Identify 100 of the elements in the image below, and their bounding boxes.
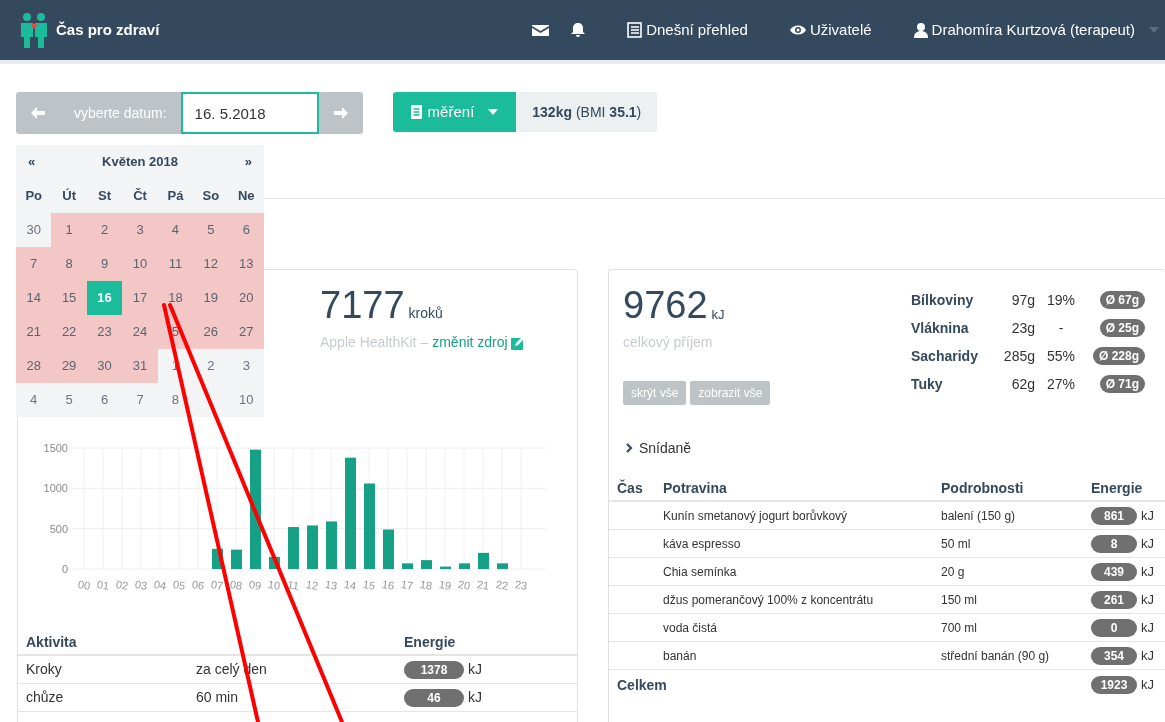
chart-bar [269, 556, 280, 569]
calendar-day[interactable]: 13 [228, 247, 264, 281]
total-label: Celkem [617, 675, 668, 695]
unit-label: kJ [1141, 646, 1154, 665]
y-tick-label: 1500 [43, 442, 68, 454]
energy-badge: 1378 [404, 660, 464, 679]
calendar-day[interactable]: 15 [51, 281, 87, 315]
energy-badge: 354 [1091, 646, 1137, 665]
calendar-day[interactable]: 4 [157, 213, 194, 247]
x-tick-label: 15 [362, 578, 377, 592]
calendar-day[interactable]: 26 [193, 315, 229, 349]
calendar-day[interactable]: 8 [51, 247, 87, 281]
x-tick-label: 09 [248, 578, 263, 592]
calendar-day[interactable]: 5 [51, 383, 87, 417]
energy-badge: 0 [1091, 618, 1137, 637]
calendar-day[interactable]: 7 [122, 383, 158, 417]
calendar-day[interactable]: 30 [86, 349, 123, 383]
chart-bar [307, 525, 318, 569]
list-icon [627, 22, 643, 38]
measurement-button[interactable]: měření [392, 92, 517, 132]
unit-label: kJ [1141, 506, 1154, 525]
calendar-day[interactable]: 5 [193, 213, 229, 247]
calendar-day[interactable]: 31 [122, 349, 158, 383]
bell-icon[interactable] [571, 22, 586, 38]
caret-icon [1149, 27, 1159, 33]
nav-link[interactable]: Dnešní přehled [627, 18, 748, 42]
calendar-day[interactable]: 12 [193, 247, 229, 281]
weekday-label: St [97, 187, 113, 206]
calendar-day[interactable]: 10 [228, 383, 264, 417]
calendar-day[interactable]: 17 [122, 281, 158, 315]
calendar-day[interactable]: 3 [228, 349, 264, 383]
change-source-link[interactable]: změnit zdroj [432, 332, 525, 353]
chart-bar [440, 566, 451, 569]
calendar-day[interactable]: 27 [228, 315, 264, 349]
weekday-label: Ne [236, 187, 256, 206]
x-tick-label: 18 [419, 578, 434, 592]
meal-toggle[interactable]: Snídaně [625, 438, 692, 458]
calendar-day[interactable]: 30 [16, 213, 52, 247]
nav-link[interactable]: Uživatelé [789, 18, 872, 42]
nutrient-amount: 285g [1002, 346, 1035, 366]
calendar-day[interactable]: 4 [16, 383, 52, 417]
average-badge: Ø 228g [1092, 347, 1145, 365]
chart-bar [288, 527, 299, 569]
arrow-left-icon [31, 107, 45, 119]
previous-month-button[interactable]: « [28, 152, 36, 172]
column-header: Energie [1091, 478, 1143, 498]
table-cell-text: 150 ml [941, 591, 979, 609]
calendar-day[interactable]: 14 [16, 281, 52, 315]
steps-count: 7177 [320, 286, 405, 324]
nutrient-name: Bílkoviny [911, 290, 975, 310]
calendar-day[interactable]: 2 [193, 349, 229, 383]
nutrient-share: - [1057, 318, 1065, 338]
calendar-day[interactable]: 23 [86, 315, 123, 349]
calendar-day[interactable]: 19 [193, 281, 229, 315]
chart-bar [383, 529, 394, 569]
nav-link[interactable]: Drahomíra Kurtzová (terapeut) [913, 18, 1135, 42]
x-tick-label: 08 [229, 578, 244, 592]
column-header: Čas [617, 478, 644, 498]
y-tick-label: 1000 [43, 482, 68, 495]
column-header: Podrobnosti [941, 478, 1025, 498]
calendar-day[interactable]: 8 [157, 383, 194, 417]
calendar-day[interactable]: 7 [16, 247, 52, 281]
edit-icon [510, 335, 525, 350]
calendar-day[interactable]: 24 [122, 315, 158, 349]
calendar-day[interactable]: 20 [228, 281, 264, 315]
nutrient-share: 27% [1046, 374, 1076, 394]
calendar-day[interactable]: 10 [122, 247, 158, 281]
app-title: Čas pro zdraví [56, 19, 160, 40]
calendar-day[interactable]: 6 [228, 213, 264, 247]
calendar-day[interactable]: 22 [51, 315, 87, 349]
x-tick-label: 11 [286, 578, 300, 592]
nutrient-amount: 97g [1010, 290, 1035, 310]
x-tick-label: 10 [267, 578, 282, 592]
chart-bar [402, 563, 413, 569]
table-cell-text: káva espresso [663, 535, 742, 553]
next-month-button[interactable]: » [244, 152, 252, 172]
calendar-day[interactable]: 21 [16, 315, 52, 349]
mail-icon[interactable] [532, 23, 550, 37]
calendar-day[interactable]: 1 [51, 213, 87, 247]
date-field[interactable]: 16. 5.2018 [180, 92, 319, 134]
column-header: Aktivita [26, 632, 78, 652]
energy-badge: 439 [1091, 562, 1137, 581]
calendar-day[interactable]: 3 [122, 213, 158, 247]
calendar-day[interactable]: 16 [86, 281, 123, 315]
calendar-day[interactable]: 29 [51, 349, 87, 383]
x-tick-label: 00 [77, 578, 92, 592]
nutrient-amount: 62g [1010, 374, 1035, 394]
calendar-day[interactable]: 11 [157, 247, 194, 281]
calendar-day[interactable]: 2 [86, 213, 123, 247]
calendar-day[interactable]: 9 [86, 247, 123, 281]
x-tick-label: 16 [381, 578, 396, 592]
nutrient-name: Vláknina [911, 318, 970, 338]
table-cell-text: Kroky [26, 660, 63, 679]
calendar-day[interactable]: 28 [16, 349, 52, 383]
table-cell-text: Kunín smetanový jogurt borůvkový [663, 507, 849, 525]
x-tick-label: 14 [343, 578, 358, 592]
x-tick-label: 05 [172, 578, 187, 592]
weekday-label: Pá [166, 187, 185, 206]
x-tick-label: 13 [324, 578, 339, 592]
calendar-day[interactable]: 6 [86, 383, 123, 417]
